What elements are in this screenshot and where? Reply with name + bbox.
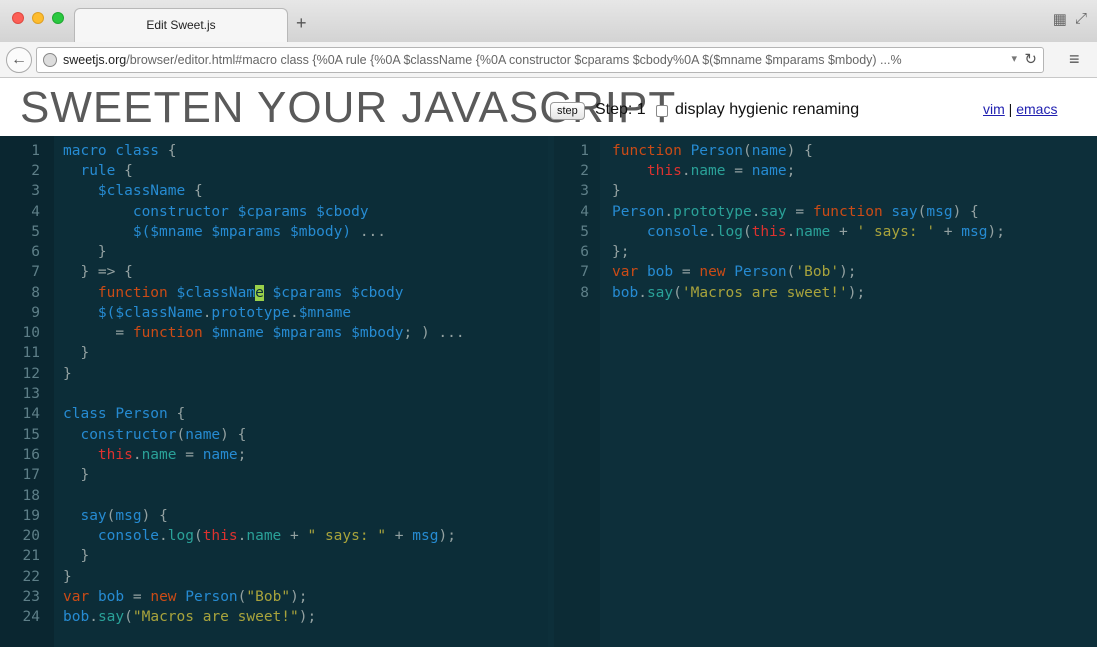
line-number: 3 bbox=[580, 183, 589, 199]
code-line: Person.prototype.say = function say(msg)… bbox=[612, 204, 979, 220]
line-number: 2 bbox=[580, 163, 589, 179]
line-number: 17 bbox=[22, 467, 40, 483]
window-maximize-button[interactable] bbox=[52, 12, 64, 24]
code-line: rule { bbox=[80, 163, 133, 179]
line-number: 20 bbox=[22, 528, 40, 544]
line-number: 10 bbox=[22, 325, 40, 341]
code-line: var bob = new Person("Bob"); bbox=[63, 589, 308, 605]
browser-toolbar: ← sweetjs.org/browser/editor.html#macro … bbox=[0, 42, 1097, 78]
page-header: SWEETEN YOUR JAVASCRIPT step Step: 1 dis… bbox=[0, 78, 1097, 136]
hygienic-renaming-checkbox[interactable] bbox=[656, 105, 668, 117]
browser-titlebar: Edit Sweet.js + ▦ ⤢ bbox=[0, 0, 1097, 42]
code-line: $className { bbox=[97, 183, 203, 199]
emacs-link[interactable]: emacs bbox=[1016, 101, 1057, 117]
tab-title: Edit Sweet.js bbox=[146, 18, 216, 32]
line-number: 13 bbox=[22, 386, 40, 402]
code-line: constructor(name) { bbox=[80, 427, 247, 443]
code-line: } bbox=[612, 183, 621, 199]
code-line: class Person { bbox=[63, 406, 186, 422]
code-line: console.log(this.name + ' says: ' + msg)… bbox=[646, 224, 1005, 240]
line-number: 7 bbox=[580, 264, 589, 280]
line-number: 18 bbox=[22, 488, 40, 504]
code-line: function $className $cparams $cbody bbox=[97, 285, 404, 301]
line-number: 24 bbox=[22, 609, 40, 625]
hygienic-renaming-label: display hygienic renaming bbox=[675, 101, 860, 118]
step-counter: Step: 1 bbox=[595, 101, 646, 118]
window-controls: ▦ ⤢ bbox=[1053, 10, 1087, 28]
line-number: 7 bbox=[31, 264, 40, 280]
line-number: 3 bbox=[31, 183, 40, 199]
code-line: } bbox=[80, 467, 90, 483]
globe-icon bbox=[43, 53, 57, 67]
browser-tab[interactable]: Edit Sweet.js bbox=[74, 8, 288, 42]
line-number: 15 bbox=[22, 427, 40, 443]
line-number: 5 bbox=[31, 224, 40, 240]
line-number: 8 bbox=[580, 285, 589, 301]
code-line: bob.say('Macros are sweet!'); bbox=[612, 285, 866, 301]
line-number: 5 bbox=[580, 224, 589, 240]
line-number: 14 bbox=[22, 406, 40, 422]
output-editor[interactable]: 1 2 3 4 5 6 7 8 function Person(name) { this.na… bbox=[548, 136, 1097, 647]
line-number: 9 bbox=[31, 305, 40, 321]
line-number: 6 bbox=[31, 244, 40, 260]
window-close-button[interactable] bbox=[12, 12, 24, 24]
step-button[interactable]: step bbox=[550, 102, 585, 120]
hamburger-icon[interactable]: ≡ bbox=[1069, 50, 1087, 68]
code-line: var bob = new Person('Bob'); bbox=[612, 264, 857, 280]
line-number: 1 bbox=[31, 143, 40, 159]
code-line: } bbox=[97, 244, 107, 260]
code-line: } bbox=[63, 569, 72, 585]
tab-overview-icon[interactable]: ▦ bbox=[1053, 10, 1067, 28]
code-line: function Person(name) { bbox=[612, 143, 813, 159]
line-number: 19 bbox=[22, 508, 40, 524]
address-bar[interactable]: sweetjs.org/browser/editor.html#macro cl… bbox=[36, 47, 1044, 73]
link-separator: | bbox=[1008, 101, 1013, 117]
code-line: this.name = name; bbox=[97, 447, 247, 463]
url-host: sweetjs.org bbox=[63, 53, 127, 67]
line-number: 4 bbox=[31, 204, 40, 220]
chevron-down-icon[interactable]: ▾ bbox=[1011, 52, 1017, 65]
code-line: macro class { bbox=[63, 143, 177, 159]
code-line: } bbox=[80, 345, 90, 361]
code-line: } => { bbox=[80, 264, 133, 280]
vim-link[interactable]: vim bbox=[983, 101, 1005, 117]
line-number: 11 bbox=[22, 345, 40, 361]
reload-icon[interactable]: ↻ bbox=[1024, 50, 1037, 68]
code-line: constructor $cparams $cbody bbox=[132, 204, 369, 220]
url-text[interactable]: sweetjs.org/browser/editor.html#macro cl… bbox=[63, 53, 1013, 67]
line-number: 6 bbox=[580, 244, 589, 260]
fullscreen-icon[interactable]: ⤢ bbox=[1075, 10, 1087, 28]
code-line: say(msg) { bbox=[80, 508, 168, 524]
new-tab-icon[interactable]: + bbox=[296, 14, 307, 32]
code-line: = function $mname $mparams $mbody; ) ... bbox=[115, 325, 465, 341]
line-number: 1 bbox=[580, 143, 589, 159]
url-path: /browser/editor.html#macro class {%0A ru… bbox=[126, 53, 902, 67]
window-minimize-button[interactable] bbox=[32, 12, 44, 24]
line-number: 21 bbox=[22, 548, 40, 564]
source-editor[interactable]: 1 2 3 4 5 6 7 8 9 10 11 12 13 14 15 16 17 18 19 20 21 22 23 24 … bbox=[0, 136, 548, 647]
back-arrow-icon[interactable]: ← bbox=[6, 47, 32, 73]
code-line: } bbox=[80, 548, 90, 564]
line-number: 4 bbox=[580, 204, 589, 220]
line-number: 23 bbox=[22, 589, 40, 605]
code-line: bob.say("Macros are sweet!"); bbox=[63, 609, 317, 625]
line-number: 2 bbox=[31, 163, 40, 179]
editor-mode-links: vim | emacs bbox=[983, 101, 1057, 117]
text-cursor: e bbox=[255, 285, 264, 301]
code-line: $($className.prototype.$mname bbox=[97, 305, 352, 321]
code-line: $($mname $mparams $mbody) ... bbox=[132, 224, 387, 240]
code-line: } bbox=[63, 366, 72, 382]
code-line: }; bbox=[612, 244, 630, 260]
line-number: 8 bbox=[31, 285, 40, 301]
code-line: console.log(this.name + " says: " + msg)… bbox=[97, 528, 456, 544]
code-line: this.name = name; bbox=[646, 163, 796, 179]
line-number: 22 bbox=[22, 569, 40, 585]
line-number: 12 bbox=[22, 366, 40, 382]
line-number: 16 bbox=[22, 447, 40, 463]
